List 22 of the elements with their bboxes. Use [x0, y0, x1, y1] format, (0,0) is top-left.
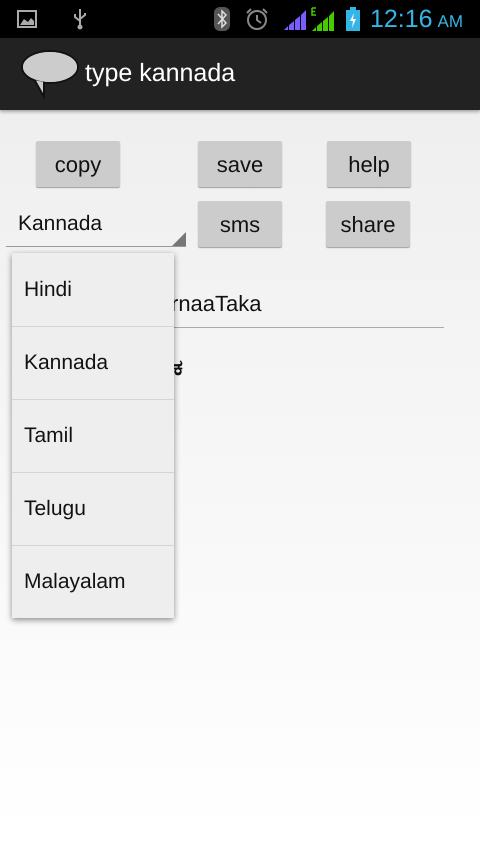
- app-title: type kannada: [85, 58, 236, 90]
- charging-battery-icon: [346, 7, 360, 31]
- language-spinner[interactable]: Kannada: [6, 201, 186, 247]
- mobile-data-signal-icon: [310, 6, 335, 32]
- language-option[interactable]: Malayalam: [12, 545, 174, 618]
- action-button[interactable]: sms: [198, 201, 282, 247]
- bluetooth-icon: [212, 6, 231, 32]
- clock-time: 12:16: [370, 6, 432, 32]
- language-option[interactable]: Telugu: [12, 472, 174, 545]
- language-option[interactable]: Kannada: [12, 326, 174, 399]
- converted-text: ಕ: [173, 355, 184, 383]
- action-button[interactable]: help: [327, 141, 411, 187]
- alarm-clock-icon: [244, 7, 269, 31]
- clock-period: AM: [438, 13, 463, 30]
- usb-icon: [72, 8, 88, 30]
- action-button[interactable]: save: [198, 141, 282, 187]
- action-button[interactable]: copy: [36, 141, 120, 187]
- picture-icon: [17, 10, 37, 28]
- speech-bubble-icon: [20, 49, 80, 99]
- language-option[interactable]: Tamil: [12, 399, 174, 472]
- action-button[interactable]: share: [326, 201, 410, 247]
- dropdown-triangle-icon: [172, 232, 186, 246]
